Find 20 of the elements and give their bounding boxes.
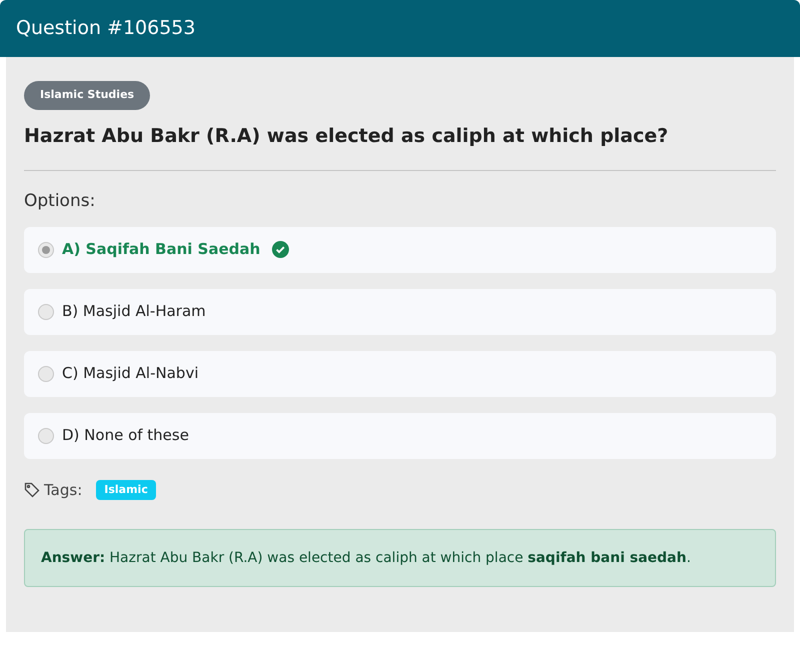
answer-alert: Answer: Hazrat Abu Bakr (R.A) was elected as caliph at which place saqifah bani saedah. (24, 529, 776, 587)
question-text: Hazrat Abu Bakr (R.A) was elected as caliph at which place? (24, 124, 670, 148)
radio-button[interactable] (38, 242, 54, 258)
option-label: C) Masjid Al-Nabvi (62, 363, 198, 384)
radio-button[interactable] (38, 366, 54, 382)
category-badge: Islamic Studies (24, 81, 150, 110)
tag-icon (24, 482, 40, 498)
option-label: D) None of these (62, 425, 189, 446)
check-circle-icon (272, 241, 290, 258)
option-row[interactable]: A) Saqifah Bani Saedah (24, 226, 776, 272)
options-heading: Options: (24, 190, 96, 213)
radio-button[interactable] (38, 428, 54, 444)
option-row[interactable]: D) None of these (24, 412, 776, 458)
option-label: B) Masjid Al-Haram (62, 301, 206, 322)
option-row[interactable]: C) Masjid Al-Nabvi (24, 350, 776, 396)
radio-button[interactable] (38, 304, 54, 320)
tags-label: Tags: (44, 480, 82, 500)
option-row[interactable]: B) Masjid Al-Haram (24, 288, 776, 334)
option-label: A) Saqifah Bani Saedah (62, 239, 260, 260)
question-number: Question #106553 (16, 16, 196, 42)
